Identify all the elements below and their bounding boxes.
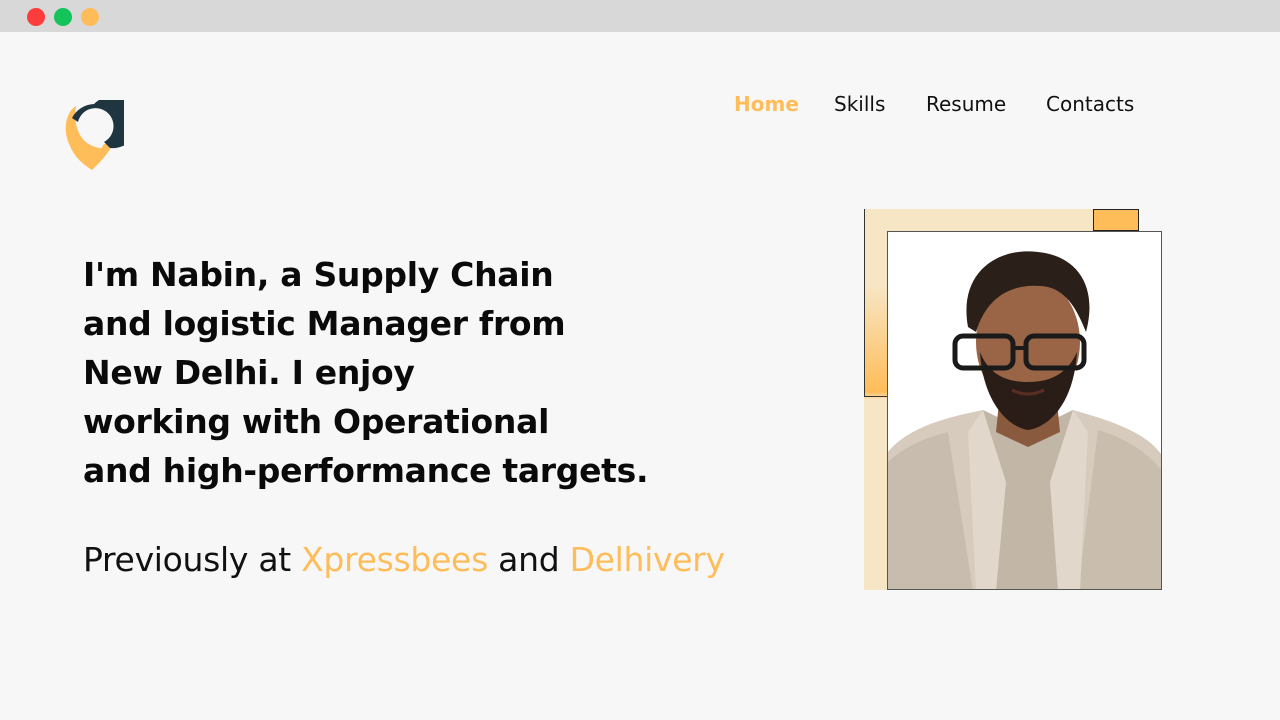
headline-line: and high-performance targets. [83, 451, 649, 490]
nav-item-home[interactable]: Home [734, 89, 799, 119]
headline-line: New Delhi. I enjoy [83, 353, 415, 392]
company-xpressbees: Xpressbees [301, 540, 488, 579]
hero-headline: I'm Nabin, a Supply Chain and logistic M… [83, 250, 723, 495]
portrait-frame-line [864, 209, 865, 397]
nav-item-resume[interactable]: Resume [926, 89, 1006, 119]
headline-line: working with Operational [83, 402, 550, 441]
portrait-frame-accent [1093, 209, 1139, 231]
main-nav: Home Skills Resume Contacts [0, 89, 1280, 119]
portrait-frame-line [864, 396, 888, 397]
headline-line: and logistic Manager from [83, 304, 566, 343]
headline-line: I'm Nabin, a Supply Chain [83, 255, 554, 294]
close-window-button[interactable] [27, 8, 45, 26]
conjunction: and [498, 540, 560, 579]
minimize-window-button[interactable] [81, 8, 99, 26]
nav-item-skills[interactable]: Skills [834, 89, 885, 119]
company-delhivery: Delhivery [569, 540, 726, 579]
person-portrait-illustration [888, 251, 1161, 589]
window-titlebar [0, 0, 1280, 32]
previously-prefix: Previously at [83, 540, 291, 579]
nav-item-contacts[interactable]: Contacts [1046, 89, 1134, 119]
maximize-window-button[interactable] [54, 8, 72, 26]
profile-photo [887, 231, 1162, 590]
previous-employers: Previously at Xpressbees and Delhivery [83, 540, 725, 580]
